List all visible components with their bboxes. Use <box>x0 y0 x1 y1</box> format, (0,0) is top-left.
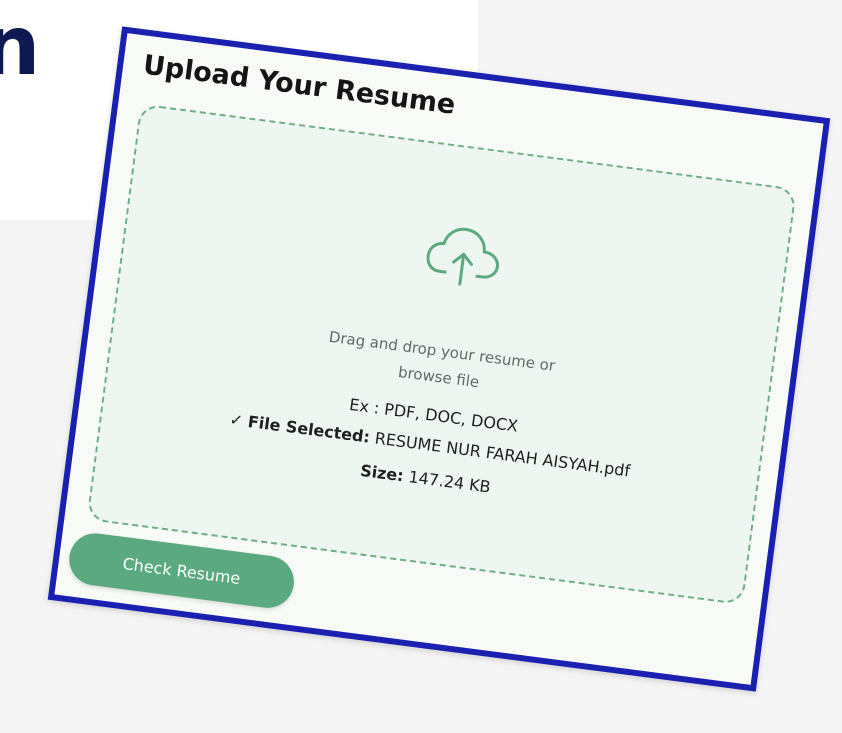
check-mark-icon: ✓ <box>228 409 245 431</box>
size-value: 147.24 KB <box>407 467 492 497</box>
cloud-upload-icon <box>426 227 499 286</box>
size-label: Size: <box>359 460 405 486</box>
background-heading: n <box>0 0 41 94</box>
upload-resume-card: Upload Your Resume Drag and drop your re… <box>47 26 831 692</box>
resume-dropzone[interactable]: Drag and drop your resume or browse file… <box>86 103 797 606</box>
file-selected-label: File Selected: <box>246 411 372 447</box>
